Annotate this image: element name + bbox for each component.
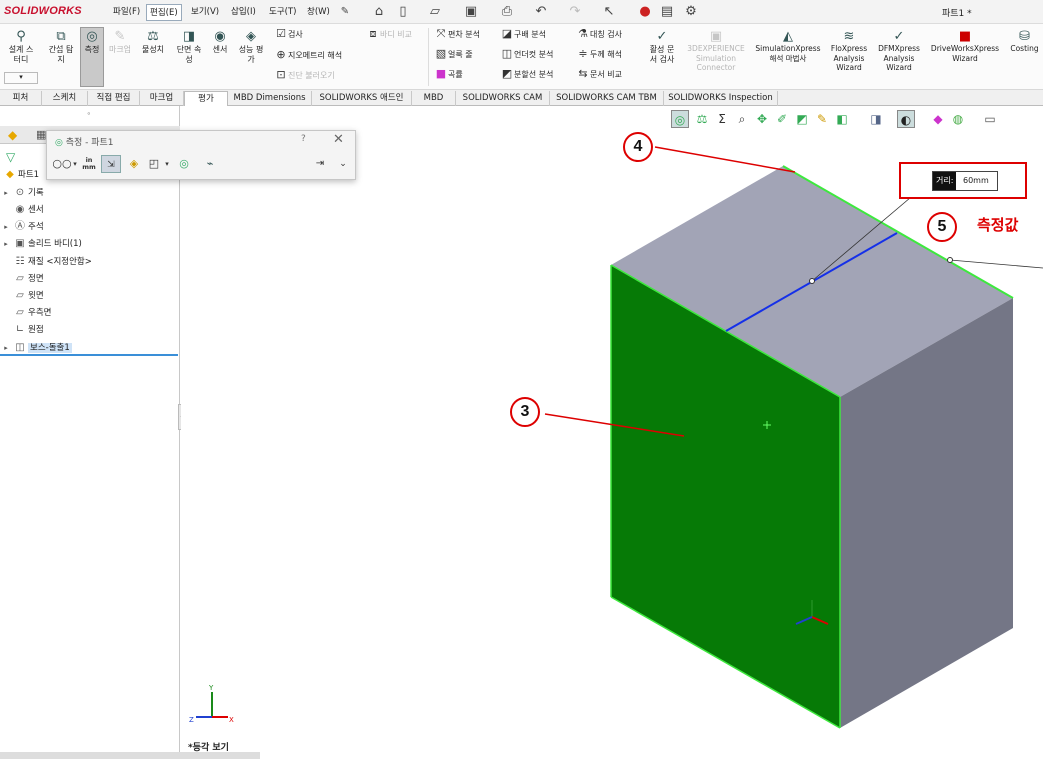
svg-text:Y: Y [208,684,214,692]
measure-point [947,257,953,263]
callout-leader-4 [654,146,796,173]
callout-4: 4 [623,132,653,162]
pin-icon[interactable]: ⇥ [313,155,327,173]
distance-key: 거리: [933,172,957,190]
chevron-down-icon[interactable]: ▾ [163,155,171,173]
measure-dialog[interactable]: ◎ 측정 - 파트1 ? ✕ ○○ ▾ in mm ⇲ ◈ ◰ ▾ ◎ ⌁ ⇥ … [46,130,356,180]
chevron-down-icon[interactable]: ⌄ [337,155,349,173]
model-canvas: Y X Z [189,146,1043,729]
view-triad: Y X Z [189,684,234,724]
distance-readout-box: 거리: 60mm [899,162,1027,199]
projection-icon[interactable]: ◰ [145,155,163,173]
create-sensor-icon[interactable]: ⌁ [201,155,219,173]
close-button[interactable]: ✕ [333,132,344,147]
measure-icon: ◎ [55,138,66,148]
units-button[interactable]: in mm [81,155,97,173]
callout-3: 3 [510,397,540,427]
chevron-down-icon[interactable]: ▾ [71,155,79,173]
arc-circle-options-icon[interactable]: ○○ [51,155,73,173]
bottom-model-tabs[interactable] [0,752,260,759]
distance-value: 60mm [963,176,989,185]
svg-text:Z: Z [189,716,194,724]
measure-history-icon[interactable]: ◎ [175,155,193,173]
help-button[interactable]: ? [301,134,306,144]
measure-value-label: 측정값 [977,217,1019,234]
point-to-point-icon[interactable]: ◈ [125,155,143,173]
callout-5: 5 [927,212,957,242]
dialog-title: ◎ 측정 - 파트1 [55,138,114,148]
svg-text:X: X [229,716,234,724]
distance-readout: 거리: 60mm [932,171,998,191]
xyz-dimension-icon[interactable]: ⇲ [101,155,121,173]
leader-line [949,259,1043,269]
measure-point [809,278,815,284]
